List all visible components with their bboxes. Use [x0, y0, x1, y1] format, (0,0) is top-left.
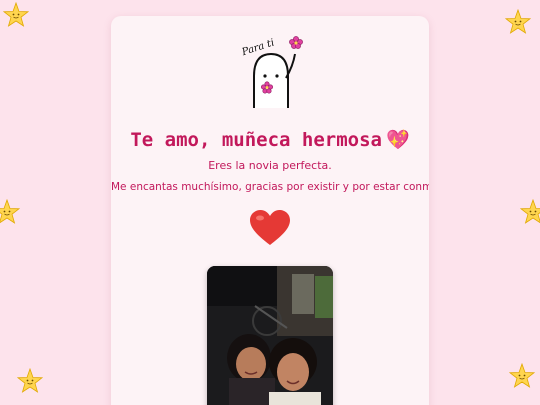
flork-with-flower-icon: Para ti — [231, 30, 311, 110]
message-text: Me encantas muchísimo, gracias por exist… — [111, 181, 429, 193]
smiling-star-icon — [0, 199, 20, 225]
title-text: Te amo, muñeca hermosa — [130, 129, 382, 151]
smiling-star-icon — [17, 368, 43, 394]
couple-selfie-photo — [207, 266, 333, 405]
subtitle-text: Eres la novia perfecta. — [208, 159, 332, 172]
smiling-star-icon — [3, 2, 29, 28]
red-heart-icon — [249, 209, 291, 247]
smiling-star-icon — [509, 363, 535, 389]
page-title: Te amo, muñeca hermosa 💖 — [111, 128, 429, 151]
smiling-star-icon — [520, 199, 540, 225]
love-card: Para ti Te amo, muñeca hermosa 💖 Eres la … — [111, 16, 429, 405]
smiling-star-icon — [505, 9, 531, 35]
sparkling-heart-icon: 💖 — [386, 129, 410, 151]
